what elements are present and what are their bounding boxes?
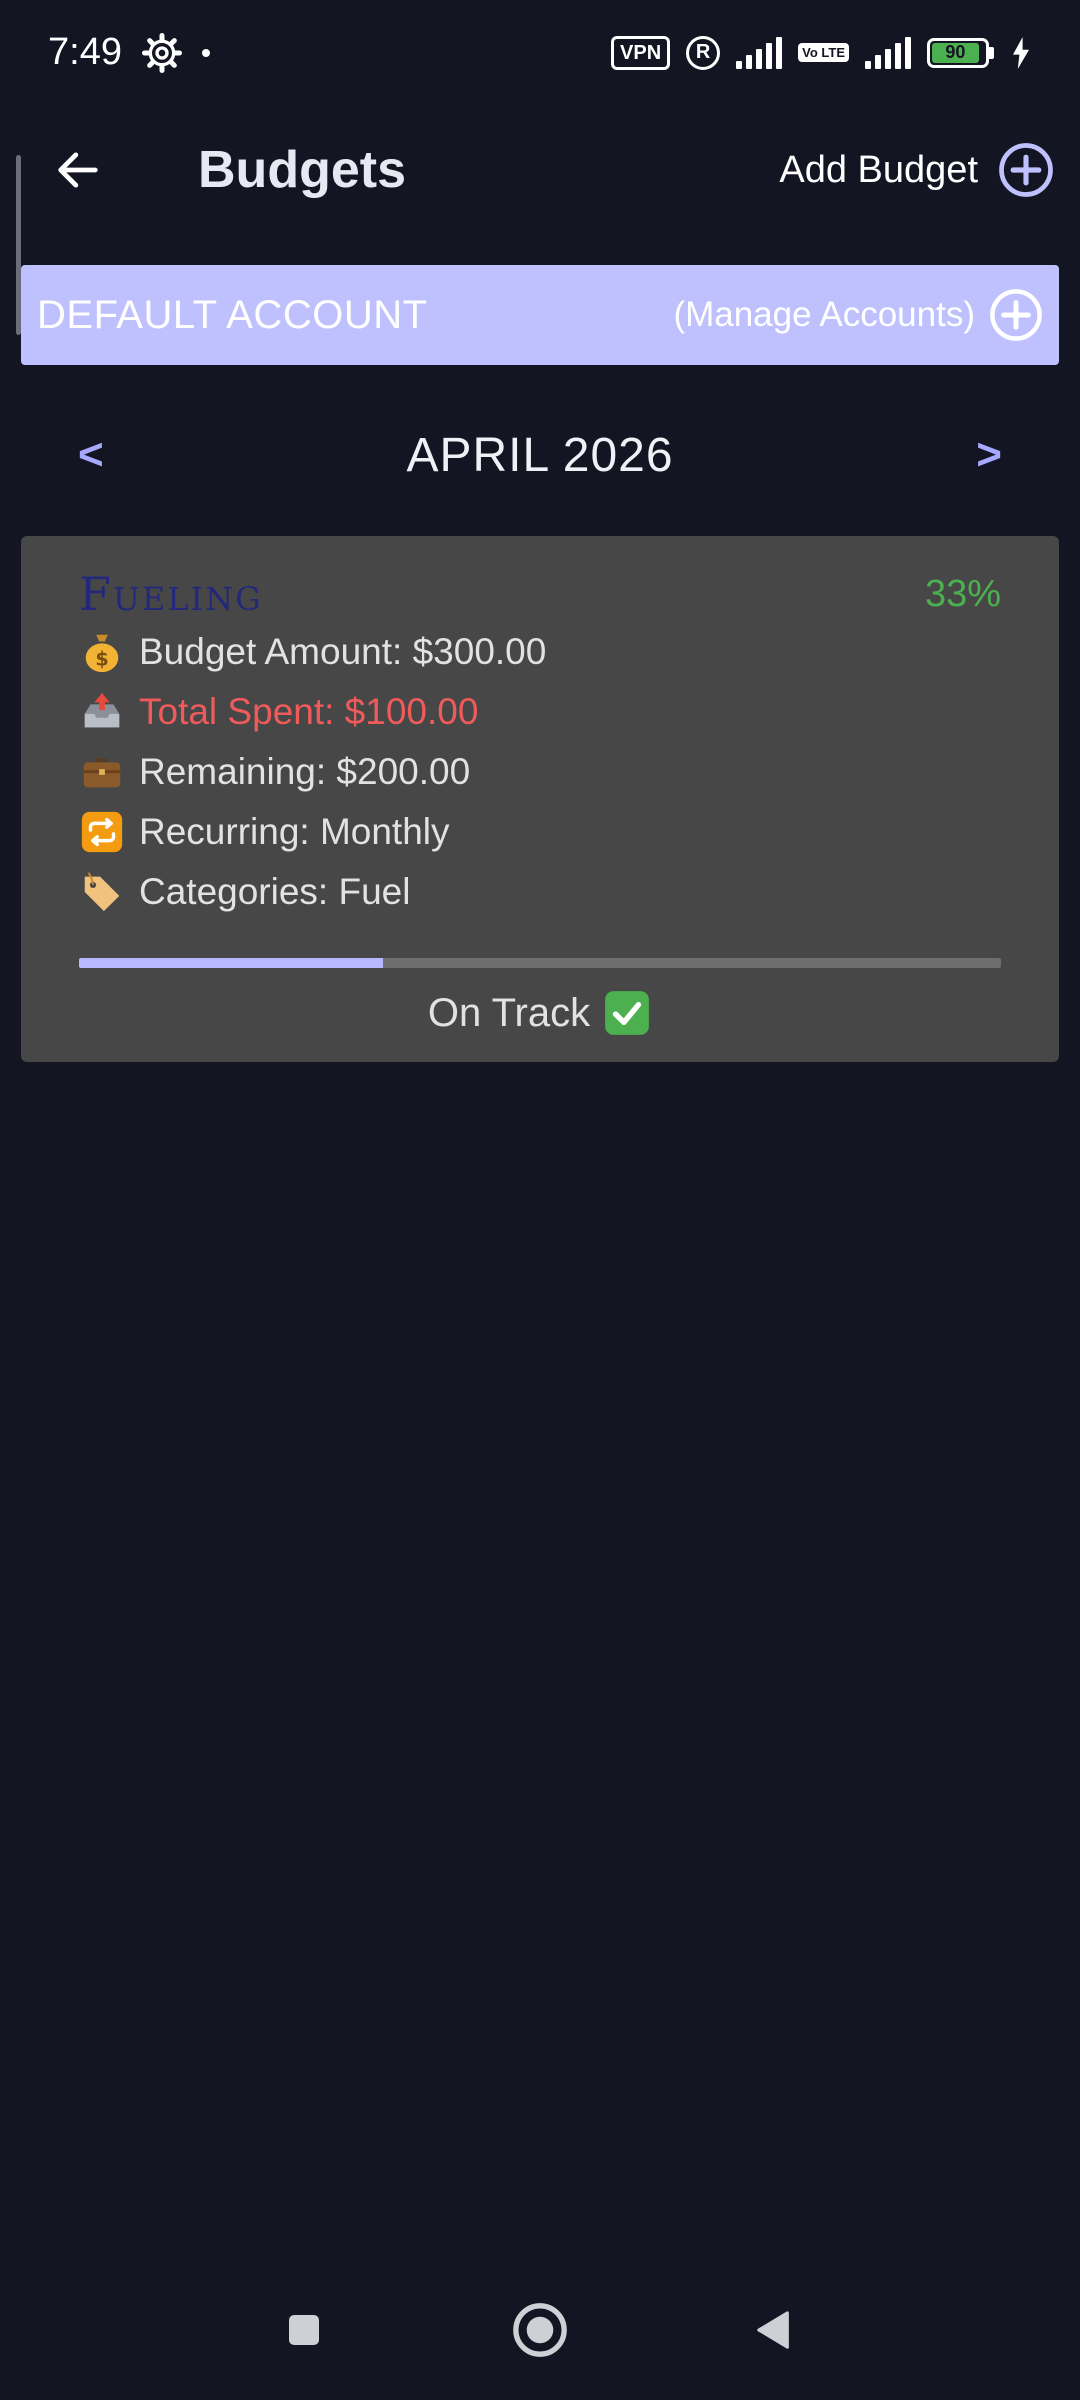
outbox-tray-icon xyxy=(84,692,120,728)
charging-bolt-icon xyxy=(1013,36,1029,69)
remaining-row: Remaining: $200.00 xyxy=(79,742,1001,802)
triangle-back-icon xyxy=(757,2311,789,2349)
categories-row: Categories: Fuel xyxy=(79,862,1001,922)
status-time: 7:49 xyxy=(48,31,122,73)
budget-status-text: On Track xyxy=(427,990,591,1035)
manage-accounts-label: (Manage Accounts) xyxy=(673,295,975,334)
battery-body: 90 xyxy=(927,37,989,68)
svg-text:$: $ xyxy=(95,647,108,670)
recurring-text: Recurring: Monthly xyxy=(139,811,450,852)
circle-home-icon xyxy=(513,2303,567,2357)
battery-cap xyxy=(989,46,994,59)
add-budget-button[interactable]: Add Budget xyxy=(779,142,1054,198)
current-month-label: APRIL 2026 xyxy=(406,428,674,482)
status-left: 7:49 xyxy=(48,31,210,74)
budget-status: On Track xyxy=(79,988,1001,1038)
settings-gear-icon xyxy=(141,32,182,73)
budget-amount-text: Budget Amount: $300.00 xyxy=(139,631,547,672)
recents-button[interactable] xyxy=(272,2298,336,2362)
app-header: Budgets Add Budget xyxy=(0,120,1080,220)
add-budget-label: Add Budget xyxy=(779,148,978,191)
arrow-back-icon xyxy=(58,152,98,188)
budget-card-header: Fueling 33% xyxy=(79,566,1001,622)
month-navigation: < APRIL 2026 > xyxy=(0,410,1080,500)
budget-amount-row: $ Budget Amount: $300.00 xyxy=(79,622,1001,682)
battery-level: 90 xyxy=(932,42,979,63)
back-nav-button[interactable] xyxy=(742,2298,806,2362)
label-tag-icon xyxy=(84,872,120,912)
briefcase-icon xyxy=(83,758,121,788)
budget-progress-bar xyxy=(79,958,1001,968)
registered-icon: R xyxy=(686,35,721,70)
status-bar: 7:49 VPN R Vo LTE 90 xyxy=(0,0,1080,105)
budget-name: Fueling xyxy=(79,567,263,621)
check-mark-icon xyxy=(605,991,649,1035)
plus-circle-icon xyxy=(999,143,1053,197)
add-account-plus-icon xyxy=(990,289,1042,341)
budget-progress-fill xyxy=(79,958,384,968)
next-month-button[interactable]: > xyxy=(976,430,1002,480)
page-title: Budgets xyxy=(198,141,406,199)
system-navigation-bar xyxy=(0,2270,1080,2400)
money-bag-icon: $ xyxy=(85,634,119,673)
repeat-icon xyxy=(81,811,123,853)
status-right: VPN R Vo LTE 90 xyxy=(611,35,1032,70)
remaining-text: Remaining: $200.00 xyxy=(139,751,471,792)
total-spent-row: Total Spent: $100.00 xyxy=(79,682,1001,742)
account-bar: DEFAULT ACCOUNT (Manage Accounts) xyxy=(21,265,1059,365)
square-recents-icon xyxy=(289,2315,319,2345)
volte-badge: Vo LTE xyxy=(798,43,849,62)
manage-accounts-button[interactable]: (Manage Accounts) xyxy=(673,288,1043,342)
notification-dot-icon xyxy=(201,48,210,57)
recurring-row: Recurring: Monthly xyxy=(79,802,1001,862)
back-button[interactable] xyxy=(50,142,106,198)
home-button[interactable] xyxy=(508,2298,572,2362)
budget-percent: 33% xyxy=(924,572,1001,615)
total-spent-text: Total Spent: $100.00 xyxy=(139,691,479,732)
battery-icon: 90 xyxy=(927,37,994,68)
signal-strength-icon-2 xyxy=(865,36,911,69)
signal-strength-icon xyxy=(736,36,783,69)
budget-card[interactable]: Fueling 33% $ Budget Amount: $300.00 Tot… xyxy=(21,536,1059,1062)
vpn-badge: VPN xyxy=(611,35,671,70)
categories-text: Categories: Fuel xyxy=(139,871,411,912)
previous-month-button[interactable]: < xyxy=(78,430,104,480)
account-name: DEFAULT ACCOUNT xyxy=(37,292,428,337)
